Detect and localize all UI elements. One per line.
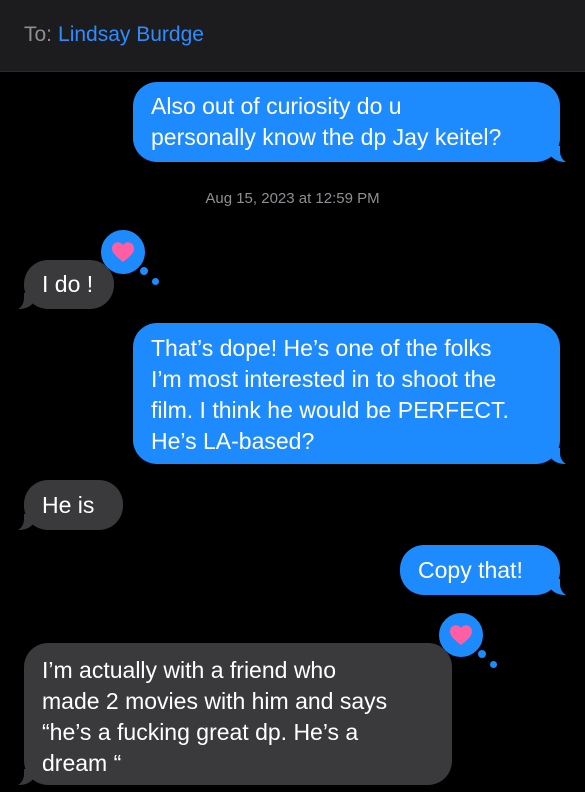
message-bubble-received[interactable]: He is [12, 480, 123, 531]
reaction-tail-dot-small [152, 278, 159, 285]
to-label: To: [24, 23, 53, 46]
message-text: He is [42, 492, 95, 518]
message-thread[interactable]: Also out of curiosity do u personally kn… [0, 72, 585, 792]
message-bubble-sent[interactable]: Also out of curiosity do u personally kn… [133, 82, 572, 163]
message-text: That’s dope! He’s one of the folks I’m m… [151, 335, 509, 454]
heart-icon [112, 242, 134, 262]
message-bubble-sent[interactable]: That’s dope! He’s one of the folks I’m m… [133, 323, 572, 465]
message-bubble-sent[interactable]: Copy that! [400, 545, 572, 596]
recipient-name[interactable]: Lindsay Burdge [58, 23, 204, 46]
reaction-tail-dot [138, 265, 150, 277]
message-bubble-received[interactable]: I’m actually with a friend who made 2 mo… [12, 643, 452, 786]
recipient-row: To: Lindsay Burdge [24, 22, 204, 48]
conversation-header: To: Lindsay Burdge [0, 0, 585, 72]
heart-icon [450, 625, 472, 645]
reaction-tail-dot [476, 648, 488, 660]
message-bubble-received[interactable]: I do ! [12, 260, 114, 310]
message-text: Also out of curiosity do u personally kn… [151, 93, 502, 150]
reaction-tail-dot-small [490, 661, 497, 668]
timestamp: Aug 15, 2023 at 12:59 PM [205, 190, 380, 207]
message-text: I do ! [42, 271, 94, 297]
message-text: Copy that! [418, 557, 523, 583]
message-text: I’m actually with a friend who made 2 mo… [42, 657, 388, 776]
